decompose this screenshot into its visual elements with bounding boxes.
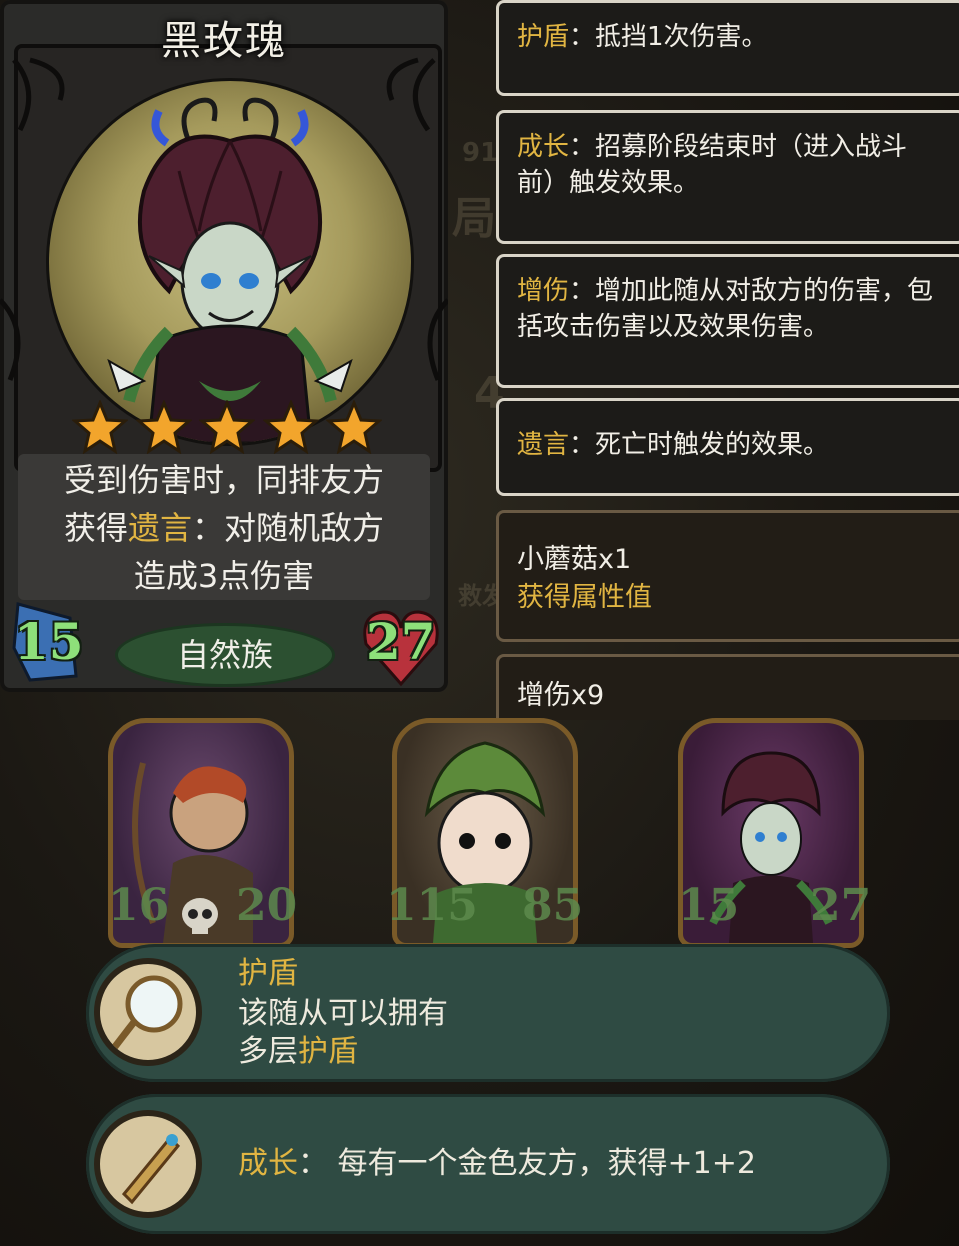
- bubble-text: 多层: [238, 1034, 298, 1069]
- tooltip-keyword: 增伤: [517, 276, 570, 306]
- keyword-bubble-growth: 成长： 每有一个金色友方，获得+1+2: [86, 1094, 890, 1234]
- keyword-bubble-shield: 护盾 该随从可以拥有 多层护盾: [86, 944, 890, 1082]
- tooltip-growth: 成长：招募阶段结束时（进入战斗前）触发效果。: [496, 110, 959, 244]
- star-icon: [262, 400, 319, 455]
- bubble-keyword: 护盾: [298, 1034, 358, 1069]
- tribe-badge: 自然族: [118, 626, 332, 684]
- buff-source: 增伤x9: [517, 680, 605, 711]
- card-name: 黑玫瑰: [161, 18, 287, 64]
- bubble-line: 该随从可以拥有: [238, 996, 448, 1031]
- card-description: 受到伤害时，同排友方 获得遗言：对随机敌方 造成3点伤害: [18, 454, 430, 600]
- tooltip-text: ：增加此随从对敌方的伤害，包括攻击伤害以及效果伤害。: [517, 276, 934, 342]
- tooltip-damage-boost: 增伤：增加此随从对敌方的伤害，包括攻击伤害以及效果伤害。: [496, 254, 959, 388]
- buff-effect: 获得属性值: [517, 582, 652, 613]
- bubble-keyword: 成长: [238, 1146, 298, 1181]
- description-line: 造成3点伤害: [133, 557, 315, 595]
- star-rating: [72, 400, 382, 460]
- buff-source: 小蘑菇x1: [517, 544, 632, 575]
- background-glyph: 91: [462, 138, 499, 168]
- dagger-icon: [94, 1110, 202, 1218]
- board-minion-attack: 16: [108, 880, 170, 931]
- board-minion-attack: 15: [678, 880, 740, 931]
- keyword-deathrattle[interactable]: 遗言: [128, 509, 192, 547]
- bubble-text: ： 每有一个金色友方，获得+1+2: [298, 1146, 756, 1181]
- board-minion-health: 27: [810, 880, 872, 931]
- skull-icon: [182, 898, 218, 934]
- health-value: 27: [366, 612, 436, 671]
- star-icon: [199, 400, 255, 455]
- tooltip-text: ：抵挡1次伤害。: [569, 22, 768, 52]
- description-line: 受到伤害时，同排友方: [63, 461, 384, 499]
- buff-tooltip-mushroom: 小蘑菇x1 获得属性值: [496, 510, 959, 642]
- tooltip-keyword: 遗言: [517, 430, 570, 460]
- black-rose-portrait: [46, 78, 414, 446]
- tooltip-deathrattle: 遗言：死亡时触发的效果。: [496, 398, 959, 496]
- bubble-title: 护盾: [238, 954, 298, 994]
- description-line: 获得遗言：对随机敌方: [18, 504, 430, 552]
- tooltip-keyword: 成长: [517, 132, 570, 162]
- tooltip-text: ：招募阶段结束时（进入战斗前）触发效果。: [517, 132, 908, 198]
- star-icon: [72, 400, 128, 455]
- bubble-line: 多层护盾: [238, 1032, 358, 1072]
- description-text: 获得: [63, 509, 128, 547]
- attack-value: 15: [14, 612, 84, 671]
- tooltip-keyword: 护盾: [517, 22, 570, 52]
- bubble-keyword: 护盾: [238, 956, 298, 991]
- buff-tooltip-damage: 增伤x9: [496, 654, 959, 720]
- background-glyph: 局: [452, 193, 496, 244]
- board-minion-attack: 115: [386, 880, 478, 931]
- star-icon: [135, 400, 192, 455]
- mirror-icon: [94, 958, 202, 1066]
- board-minion-health: 85: [522, 880, 584, 931]
- tooltip-shield: 护盾：抵挡1次伤害。: [496, 0, 959, 96]
- board-minion-health: 20: [236, 880, 298, 931]
- bubble-line: 成长： 每有一个金色友方，获得+1+2: [238, 1144, 756, 1184]
- minion-detail-card: 黑玫瑰 受到伤害时，同排友方 获得遗言：对随机敌方 造成3点伤害 15 27 自…: [0, 0, 448, 692]
- star-icon: [326, 400, 382, 455]
- tooltip-text: ：死亡时触发的效果。: [569, 430, 830, 460]
- description-text: ：对随机敌方: [192, 509, 385, 547]
